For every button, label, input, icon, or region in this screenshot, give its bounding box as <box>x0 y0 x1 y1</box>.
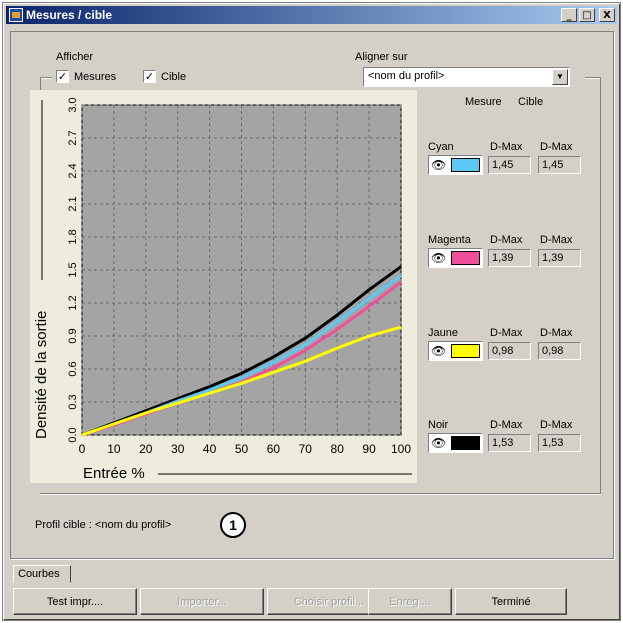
dmax-cible-field: 1,39 <box>538 249 581 267</box>
x-tick-label: 40 <box>203 442 217 456</box>
mesures-checkbox[interactable]: ✓ <box>56 70 69 83</box>
color-swatch <box>451 251 480 265</box>
tab-courbes[interactable]: Courbes <box>13 565 71 583</box>
group-border-left <box>40 77 52 78</box>
eye-icon[interactable]: 👁 <box>431 157 446 173</box>
color-swatch <box>451 158 480 172</box>
chart-svg: 0 10 20 30 40 50 60 70 80 90 100 0.0 0.3 0.6 0.9 1.2 1.5… <box>41 97 412 475</box>
color-swatch <box>451 344 480 358</box>
dialog-window: Mesures / cible _ □ X Afficher ✓ Mesures… <box>2 2 621 621</box>
eye-icon[interactable]: 👁 <box>431 435 446 451</box>
dmax-cible-field: 1,45 <box>538 156 581 174</box>
dmax-label: D-Max <box>540 141 573 153</box>
color-swatch <box>451 436 480 450</box>
display-label: Afficher <box>56 51 94 63</box>
channel-name: Cyan <box>428 141 454 153</box>
y-tick-label: 0.0 <box>67 427 79 442</box>
maximize-button[interactable]: □ <box>579 8 595 22</box>
channel-name: Magenta <box>428 234 471 246</box>
group-border-bottom <box>40 493 601 494</box>
curves-chart: 0 10 20 30 40 50 60 70 80 90 100 0.0 0.3 0.6 0.9 1.2 1.5… <box>30 90 417 483</box>
minimize-button[interactable]: _ <box>561 8 577 22</box>
mesures-label: Mesures <box>74 71 117 83</box>
close-button[interactable]: X <box>599 8 615 22</box>
eye-icon[interactable]: 👁 <box>431 343 446 359</box>
align-dropdown[interactable]: <nom du profil> ▼ <box>363 67 570 87</box>
dmax-label: D-Max <box>490 327 523 339</box>
y-tick-label: 2.4 <box>67 163 79 178</box>
y-tick-label: 3.0 <box>67 97 79 112</box>
dmax-mesure-field: 0,98 <box>488 342 531 360</box>
app-icon <box>9 8 23 22</box>
y-tick-label: 0.9 <box>67 328 79 343</box>
x-tick-label: 30 <box>171 442 185 456</box>
x-tick-label: 10 <box>107 442 121 456</box>
mesure-column-header: Mesure <box>465 96 502 108</box>
x-tick-label: 50 <box>235 442 249 456</box>
x-tick-label: 100 <box>391 442 411 456</box>
dmax-label: D-Max <box>540 327 573 339</box>
channel-name: Noir <box>428 419 449 431</box>
dmax-mesure-field: 1,45 <box>488 156 531 174</box>
x-tick-label: 20 <box>139 442 153 456</box>
group-border-right-v <box>600 77 601 493</box>
y-tick-label: 0.6 <box>67 361 79 376</box>
align-dropdown-value: <nom du profil> <box>368 70 445 82</box>
cible-label: Cible <box>161 71 187 83</box>
save-button[interactable]: Enreg.... <box>368 588 452 615</box>
dmax-label: D-Max <box>490 234 523 246</box>
x-axis-label: Entrée % <box>83 465 145 482</box>
import-button[interactable]: Importer... <box>140 588 264 615</box>
x-tick-label: 60 <box>267 442 281 456</box>
cible-checkbox[interactable]: ✓ <box>143 70 156 83</box>
dmax-label: D-Max <box>540 234 573 246</box>
cible-column-header: Cible <box>518 96 544 108</box>
x-tick-label: 70 <box>299 442 313 456</box>
chevron-down-icon[interactable]: ▼ <box>552 69 568 85</box>
dmax-label: D-Max <box>490 419 523 431</box>
group-border-right <box>585 77 601 78</box>
align-label: Aligner sur <box>355 51 408 63</box>
y-tick-label: 1.5 <box>67 262 79 277</box>
x-tick-label: 80 <box>331 442 345 456</box>
y-tick-label: 1.2 <box>67 295 79 310</box>
callout-badge: 1 <box>220 512 246 538</box>
test-print-button[interactable]: Test impr.... <box>13 588 137 615</box>
y-tick-label: 1.8 <box>67 229 79 244</box>
channel-visibility-toggle[interactable]: 👁 <box>428 155 483 175</box>
x-tick-label: 0 <box>79 442 86 456</box>
channel-visibility-toggle[interactable]: 👁 <box>428 341 483 361</box>
y-tick-label: 2.7 <box>67 130 79 145</box>
profile-text: Profil cible : <nom du profil> <box>35 519 172 531</box>
x-tick-label: 90 <box>362 442 376 456</box>
y-tick-label: 2.1 <box>67 196 79 211</box>
dmax-mesure-field: 1,39 <box>488 249 531 267</box>
done-button[interactable]: Terminé <box>455 588 567 615</box>
channel-visibility-toggle[interactable]: 👁 <box>428 433 483 453</box>
y-tick-label: 0.3 <box>67 394 79 409</box>
eye-icon[interactable]: 👁 <box>431 250 446 266</box>
group-border-left-v <box>40 77 41 91</box>
channel-name: Jaune <box>428 327 458 339</box>
dmax-label: D-Max <box>490 141 523 153</box>
dmax-cible-field: 1,53 <box>538 434 581 452</box>
dmax-cible-field: 0,98 <box>538 342 581 360</box>
window-title: Mesures / cible <box>26 8 113 22</box>
dmax-label: D-Max <box>540 419 573 431</box>
title-bar[interactable]: Mesures / cible _ □ X <box>6 6 617 24</box>
y-axis-label: Densité de la sortie <box>33 310 50 439</box>
channel-visibility-toggle[interactable]: 👁 <box>428 248 483 268</box>
dmax-mesure-field: 1,53 <box>488 434 531 452</box>
